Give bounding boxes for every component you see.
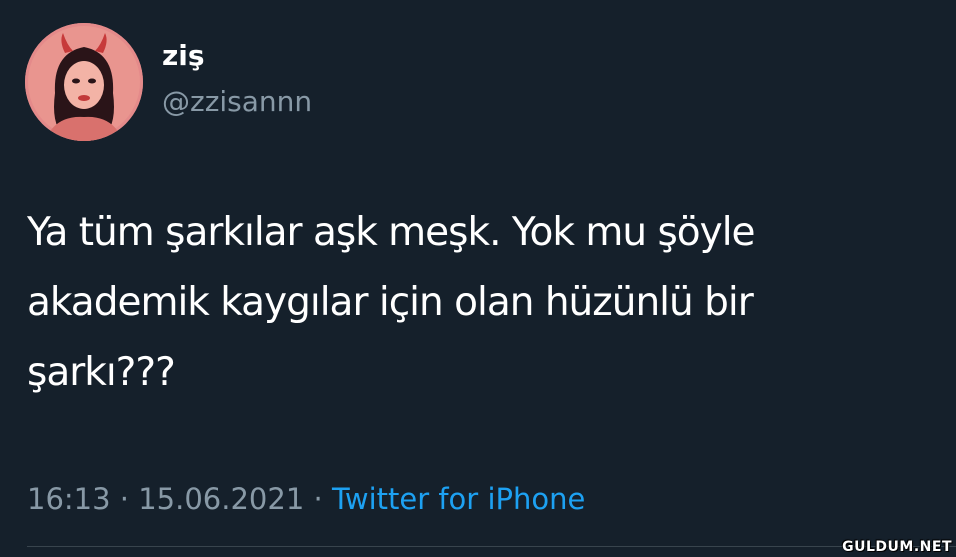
avatar[interactable] <box>25 23 143 141</box>
tweet-text-line: şarkı??? <box>27 350 176 395</box>
meta-separator: · <box>313 482 323 516</box>
watermark: GULDUM.NET <box>842 539 952 555</box>
tweet-text-line: Ya tüm şarkılar aşk meşk. Yok mu şöyle <box>27 210 756 255</box>
tweet-source-link[interactable]: Twitter for iPhone <box>332 482 585 516</box>
tweet-date[interactable]: 15.06.2021 <box>138 482 304 516</box>
display-name[interactable]: ziş <box>162 42 205 70</box>
meta-separator: · <box>119 482 130 516</box>
user-handle[interactable]: @zzisannn <box>162 88 312 116</box>
divider <box>27 546 956 547</box>
avatar-image <box>25 23 143 141</box>
tweet-meta: 16:13 · 15.06.2021 · Twitter for iPhone <box>27 481 585 517</box>
tweet-text-line: akademik kaygılar için olan hüzünlü bir <box>27 280 754 325</box>
tweet-text: Ya tüm şarkılar aşk meşk. Yok mu şöyle a… <box>27 198 942 408</box>
tweet-time[interactable]: 16:13 <box>27 482 111 516</box>
